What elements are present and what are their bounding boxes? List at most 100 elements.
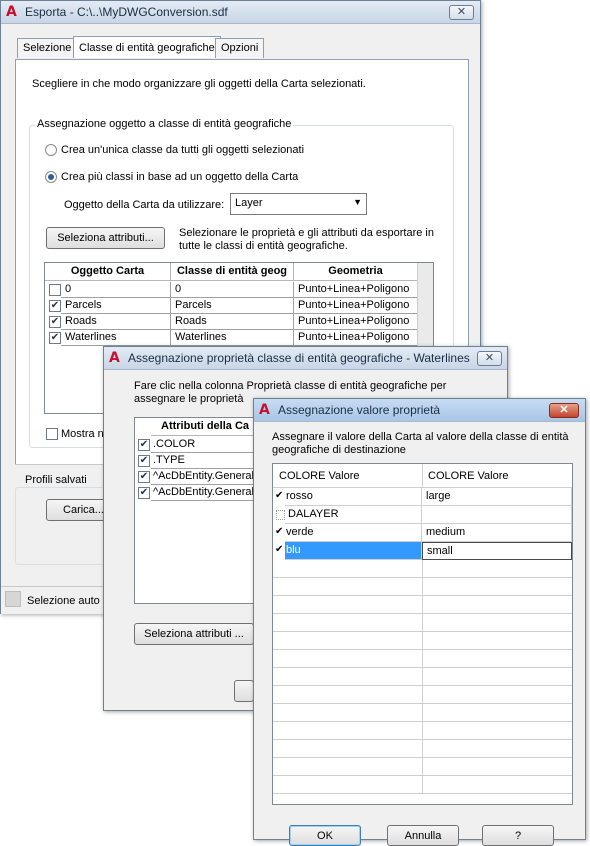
value-grid[interactable]: COLORE Valore COLORE Valore ✔ rosso larg… <box>272 463 573 805</box>
value-titlebar[interactable]: A Assegnazione valore proprietà ✕ <box>254 399 585 422</box>
row-checkbox[interactable]: ✔ <box>138 439 150 451</box>
cell-source: verde <box>285 524 422 542</box>
col-divider <box>422 686 423 704</box>
cell-geometria: Punto+Linea+Poligono <box>294 314 418 330</box>
col-divider <box>422 650 423 668</box>
property-titlebar[interactable]: A Assegnazione proprietà classe di entit… <box>104 347 507 370</box>
radio-multi-class[interactable] <box>45 171 57 183</box>
partially-hidden-button[interactable] <box>234 680 254 702</box>
empty-row <box>273 614 572 632</box>
radio-single-class[interactable] <box>45 144 57 156</box>
assignment-group-label: Assegnazione oggetto a classe di entità … <box>35 118 294 130</box>
select-attributes-button[interactable]: Seleziona attributi... <box>46 227 165 249</box>
autocad-logo-icon: A <box>259 402 270 418</box>
radio-single-label: Crea un'unica classe da tutti gli oggett… <box>61 144 305 156</box>
cell-geometria: Punto+Linea+Poligono <box>294 282 418 298</box>
value-intro-2: geografiche di destinazione <box>272 444 406 456</box>
checkmark-icon: ✔ <box>275 490 284 501</box>
intro-text: Scegliere in che modo organizzare gli og… <box>32 78 366 90</box>
row-checkbox[interactable] <box>49 284 61 296</box>
row-checkbox[interactable]: ✔ <box>49 332 61 344</box>
cell-target[interactable]: large <box>422 488 572 506</box>
radio-multi-label: Crea più classi in base ad un oggetto de… <box>61 171 299 183</box>
tab-opzioni[interactable]: Opzioni <box>215 38 265 58</box>
col-divider <box>422 668 423 686</box>
cell-geometria: Punto+Linea+Poligono <box>294 330 418 346</box>
col-divider <box>422 758 423 776</box>
value-title: Assegnazione valore proprietà <box>278 403 441 417</box>
select-attributes-desc-1: Selezionare le proprietà e gli attributi… <box>179 227 434 239</box>
cell-source-selected: blu <box>285 542 422 560</box>
checkmark-icon: ✔ <box>275 526 284 537</box>
value-body: Assegnare il valore della Carta al valor… <box>254 422 585 846</box>
tab-classe-entita[interactable]: Classe di entità geografiche <box>73 36 221 58</box>
col-divider <box>422 740 423 758</box>
tab-strip: Selezione Classe di entità geografiche O… <box>15 36 467 60</box>
col-divider <box>422 704 423 722</box>
object-select[interactable]: Layer ▼ <box>230 193 367 215</box>
row-checkbox[interactable]: ✔ <box>138 455 150 467</box>
close-icon[interactable]: ✕ <box>477 351 502 366</box>
empty-row <box>273 578 572 596</box>
cell-classe: 0 <box>171 282 294 298</box>
col-divider <box>422 596 423 614</box>
cell-target-editing[interactable]: small <box>422 542 572 560</box>
value-grid-header: COLORE Valore COLORE Valore <box>273 464 572 488</box>
cell-target[interactable] <box>422 506 572 524</box>
autocad-logo-icon: A <box>109 350 120 366</box>
esporta-titlebar[interactable]: A Esporta - C:\..\MyDWGConversion.sdf ✕ <box>1 1 480 24</box>
row-checkbox[interactable]: ✔ <box>49 316 61 328</box>
value-assignment-dialog: A Assegnazione valore proprietà ✕ Assegn… <box>253 398 586 846</box>
close-icon[interactable]: ✕ <box>449 5 474 20</box>
status-icon <box>5 591 21 607</box>
cell-classe: Roads <box>171 314 294 330</box>
empty-row <box>273 596 572 614</box>
col-divider <box>422 578 423 596</box>
cell-source: rosso <box>285 488 422 506</box>
show-checkbox[interactable] <box>46 428 58 440</box>
empty-row <box>273 632 572 650</box>
select-attributes-button[interactable]: Seleziona attributi ... <box>134 623 254 645</box>
col-geometria[interactable]: Geometria <box>294 263 418 281</box>
col-separator <box>422 464 423 488</box>
row-checkbox[interactable]: ✔ <box>138 487 150 499</box>
cell-classe: Parcels <box>171 298 294 314</box>
empty-row <box>273 740 572 758</box>
empty-row <box>273 776 572 794</box>
empty-row <box>273 650 572 668</box>
select-attributes-desc-2: tutte le classi di entità geografiche. <box>179 240 348 252</box>
checkmark-icon: ✔ <box>275 544 284 555</box>
cell-target[interactable]: medium <box>422 524 572 542</box>
col-divider <box>422 560 423 578</box>
tab-selezione[interactable]: Selezione <box>17 38 78 58</box>
empty-row <box>273 560 572 578</box>
autocad-logo-icon: A <box>6 4 17 20</box>
col-divider <box>422 722 423 740</box>
property-intro-1: Fare clic nella colonna Proprietà classe… <box>134 380 447 392</box>
cell-oggetto: 0 <box>61 282 171 298</box>
col-classe-entita[interactable]: Classe di entità geog <box>171 263 294 281</box>
unchecked-box <box>276 510 285 520</box>
empty-row <box>273 758 572 776</box>
property-intro-2: assegnare le proprietà <box>134 393 244 405</box>
col-oggetto-carta[interactable]: Oggetto Carta <box>45 263 171 281</box>
status-text: Selezione auto <box>27 595 100 607</box>
esporta-title: Esporta - C:\..\MyDWGConversion.sdf <box>25 5 228 19</box>
col-target-value[interactable]: COLORE Valore <box>428 470 509 482</box>
empty-row <box>273 668 572 686</box>
value-rows: ✔ rosso large DALAYER ✔ verde medium ✔ b… <box>273 488 572 804</box>
empty-row <box>273 722 572 740</box>
cell-classe: Waterlines <box>171 330 294 346</box>
cell-oggetto: Waterlines <box>61 330 171 346</box>
object-label: Oggetto della Carta da utilizzare: <box>64 199 225 211</box>
row-checkbox[interactable]: ✔ <box>138 471 150 483</box>
value-intro-1: Assegnare il valore della Carta al valor… <box>272 431 569 443</box>
close-icon[interactable]: ✕ <box>549 403 579 418</box>
row-checkbox[interactable]: ✔ <box>49 300 61 312</box>
empty-row <box>273 686 572 704</box>
chevron-down-icon: ▼ <box>353 197 362 207</box>
col-divider <box>422 776 423 794</box>
col-source-value[interactable]: COLORE Valore <box>279 470 360 482</box>
col-divider <box>422 632 423 650</box>
property-title: Assegnazione proprietà classe di entità … <box>128 351 470 365</box>
